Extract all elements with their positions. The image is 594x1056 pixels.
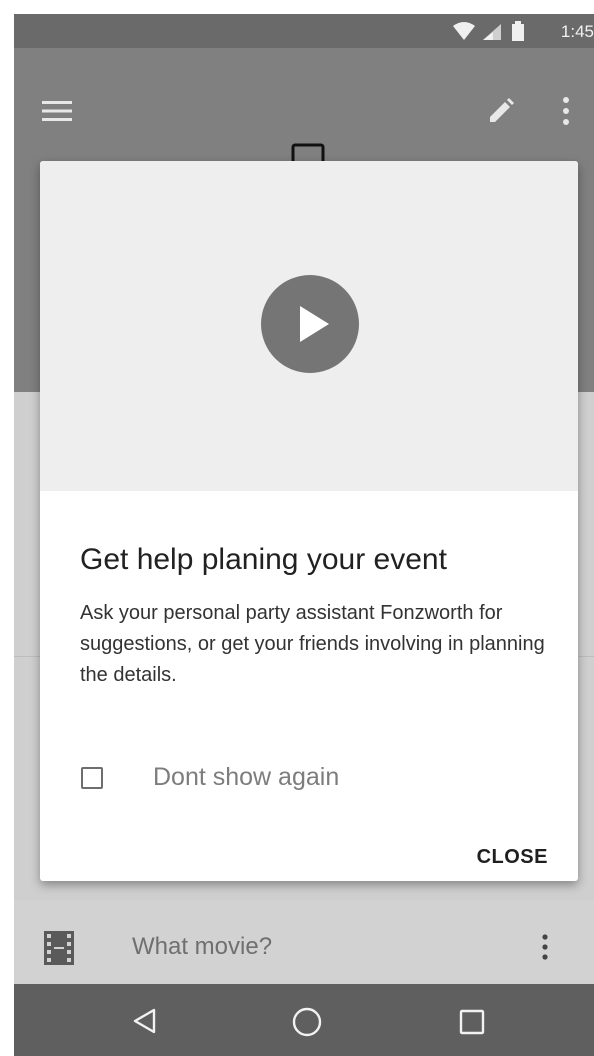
more-vert-icon[interactable]: [556, 94, 576, 128]
dialog-body: Ask your personal party assistant Fonzwo…: [80, 602, 545, 686]
status-time: 1:45: [560, 22, 594, 41]
signal-icon: [482, 23, 502, 46]
status-bar: 1:45: [14, 14, 594, 48]
dialog-title: Get help planing your event: [80, 543, 447, 576]
nav-bar: [14, 984, 594, 1056]
menu-icon[interactable]: [40, 98, 74, 124]
list-item[interactable]: What movie?: [14, 900, 594, 984]
edit-icon[interactable]: [486, 96, 516, 126]
close-button[interactable]: CLOSE: [477, 846, 548, 869]
dialog-media: [40, 161, 578, 491]
back-icon[interactable]: [130, 1006, 160, 1036]
recents-icon[interactable]: [458, 1008, 486, 1036]
list-item-label: What movie?: [132, 933, 273, 960]
dont-show-again-checkbox[interactable]: [81, 767, 103, 789]
movie-icon: [42, 930, 76, 966]
phone-screen: 1:45 What movie? Get help planing your e…: [14, 14, 594, 1056]
battery-icon: [511, 21, 525, 46]
play-icon[interactable]: [260, 274, 360, 374]
home-icon[interactable]: [291, 1006, 323, 1038]
wifi-icon: [452, 21, 476, 46]
more-vert-icon[interactable]: [538, 932, 552, 962]
help-dialog: Get help planing your event Ask your per…: [40, 161, 578, 881]
checkbox-label[interactable]: Dont show again: [153, 763, 339, 792]
